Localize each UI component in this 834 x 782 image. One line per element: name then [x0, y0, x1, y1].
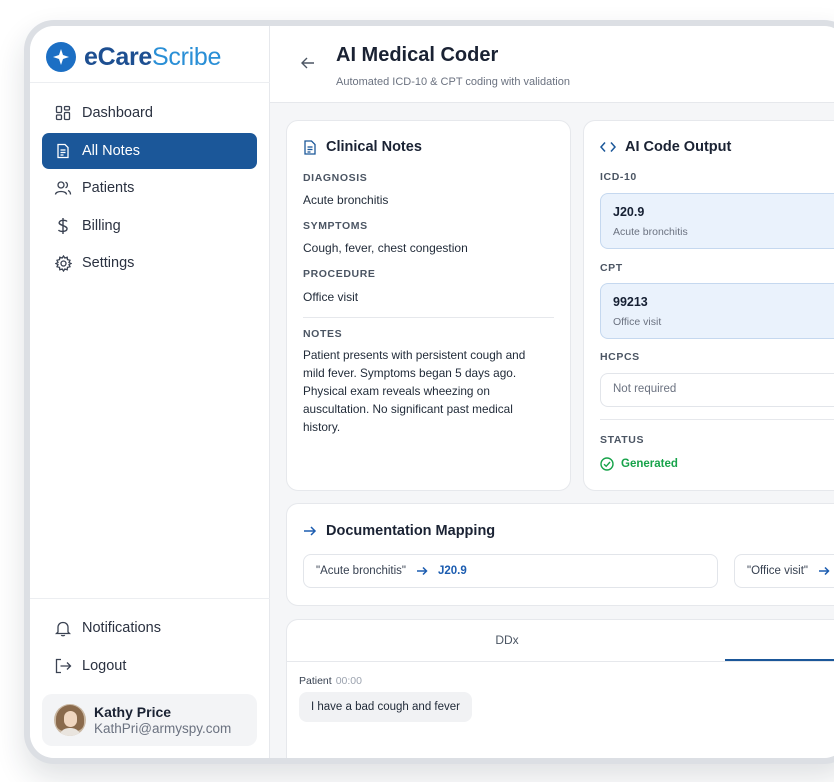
status-badge: Generated	[600, 457, 678, 471]
page-title: AI Medical Coder	[336, 44, 499, 66]
diagnosis-value: Acute bronchitis	[303, 193, 389, 207]
sidebar-item-dashboard[interactable]: Dashboard	[42, 95, 257, 131]
bell-icon	[54, 619, 72, 637]
documentation-mapping-card: Documentation Mapping "Acute bronchitis"…	[286, 503, 834, 606]
message-meta: Patient 00:00	[299, 675, 362, 687]
sidebar-item-patients[interactable]: Patients	[42, 170, 257, 206]
clinical-notes-card: Clinical Notes DIAGNOSIS Acute bronchiti…	[286, 120, 571, 491]
card-title: Documentation Mapping	[303, 523, 495, 539]
divider	[30, 82, 270, 83]
cpt-code: 99213	[613, 295, 648, 309]
sidebar-item-label: Logout	[82, 657, 127, 674]
message-time: 00:00	[335, 675, 362, 687]
notes-icon	[54, 142, 72, 160]
mapping-code: J20.9	[437, 565, 467, 577]
status-label: STATUS	[600, 434, 645, 446]
app-screen: eCareScribe Dashboard All Notes Patients…	[30, 26, 834, 758]
ai-code-output-card: AI Code Output ICD-10 J20.9 Acute bronch…	[583, 120, 834, 491]
patients-icon	[54, 179, 72, 197]
sidebar-item-settings[interactable]: Settings	[42, 245, 257, 281]
cpt-code-box[interactable]: 99213 Office visit	[600, 283, 834, 339]
procedure-label: PROCEDURE	[303, 268, 376, 280]
diagnosis-label: DIAGNOSIS	[303, 172, 368, 184]
sparkle-icon	[46, 42, 76, 72]
notes-text: Patient presents with persistent cough a…	[303, 348, 526, 434]
notes-label: NOTES	[303, 328, 343, 340]
mapping-phrase: "Acute bronchitis"	[316, 565, 406, 577]
symptoms-value: Cough, fever, chest congestion	[303, 241, 468, 255]
divider	[600, 419, 834, 420]
document-icon	[303, 139, 317, 155]
logout-icon	[54, 657, 72, 675]
cpt-label: CPT	[600, 262, 623, 274]
divider	[303, 317, 554, 318]
sidebar-item-label: Notifications	[82, 620, 161, 636]
brand-name-light: Scribe	[152, 42, 222, 71]
card-title: AI Code Output	[600, 139, 731, 155]
cpt-description: Office visit	[613, 316, 662, 328]
arrow-right-icon	[303, 525, 317, 537]
arrow-right-icon	[818, 566, 830, 576]
sidebar-item-label: Dashboard	[82, 105, 153, 121]
divider	[30, 598, 270, 599]
speaker-name: Patient	[299, 675, 332, 687]
sidebar: eCareScribe Dashboard All Notes Patients…	[30, 26, 270, 758]
card-title: Clinical Notes	[303, 139, 422, 155]
sidebar-item-label: All Notes	[82, 142, 141, 159]
bottom-nav: Notifications Logout	[42, 610, 257, 685]
code-icon	[600, 141, 616, 153]
card-title-text: Clinical Notes	[326, 139, 422, 155]
mapping-item[interactable]: "Acute bronchitis" J20.9	[303, 554, 718, 588]
dollar-icon	[54, 217, 72, 235]
tab-ddx[interactable]: DDx	[437, 633, 577, 647]
brand-name: eCareScribe	[84, 43, 221, 72]
user-email: KathPri@armyspy.com	[94, 721, 232, 736]
active-tab-indicator	[725, 659, 834, 661]
icd10-label: ICD-10	[600, 171, 637, 183]
sidebar-item-label: Billing	[82, 217, 121, 234]
icd10-code: J20.9	[613, 205, 645, 219]
avatar	[54, 704, 86, 736]
conversation-card: DDx Patient 00:00 I have a bad cough and …	[286, 619, 834, 758]
arrow-right-icon	[416, 566, 428, 576]
page-header: AI Medical Coder Automated ICD-10 & CPT …	[270, 26, 834, 103]
main-nav: Dashboard All Notes Patients Billing Set…	[42, 95, 257, 283]
page-subtitle: Automated ICD-10 & CPT coding with valid…	[336, 76, 570, 88]
brand-name-bold: eCare	[84, 42, 152, 71]
status-text: Generated	[621, 458, 678, 470]
mapping-item[interactable]: "Office visit"	[734, 554, 834, 588]
check-circle-icon	[600, 457, 614, 471]
sidebar-item-label: Settings	[82, 255, 135, 271]
user-name: Kathy Price	[94, 704, 172, 720]
procedure-value: Office visit	[303, 290, 359, 304]
sidebar-item-billing[interactable]: Billing	[42, 208, 257, 244]
sidebar-item-all-notes[interactable]: All Notes	[42, 132, 257, 169]
sidebar-item-label: Patients	[82, 180, 135, 196]
symptoms-label: SYMPTOMS	[303, 220, 368, 232]
icd10-description: Acute bronchitis	[613, 226, 688, 238]
hcpcs-label: HCPCS	[600, 351, 640, 363]
back-arrow-icon[interactable]	[300, 56, 316, 75]
icd10-code-box[interactable]: J20.9 Acute bronchitis	[600, 193, 834, 249]
user-profile-card[interactable]: Kathy Price KathPri@armyspy.com	[42, 694, 257, 746]
dashboard-icon	[54, 104, 72, 122]
chat-bubble: I have a bad cough and fever	[299, 692, 472, 722]
mapping-phrase: "Office visit"	[747, 565, 808, 577]
hcpcs-value: Not required	[613, 383, 677, 395]
brand-logo[interactable]: eCareScribe	[46, 40, 221, 74]
hcpcs-box[interactable]: Not required	[600, 373, 834, 407]
user-info: Kathy Price KathPri@armyspy.com	[94, 704, 231, 736]
device-frame: eCareScribe Dashboard All Notes Patients…	[24, 20, 834, 764]
sidebar-item-logout[interactable]: Logout	[42, 648, 257, 684]
sidebar-item-notifications[interactable]: Notifications	[42, 610, 257, 646]
card-title-text: Documentation Mapping	[326, 523, 496, 539]
gear-icon	[54, 254, 72, 272]
conversation-tabs: DDx	[287, 620, 834, 662]
card-title-text: AI Code Output	[625, 139, 732, 155]
